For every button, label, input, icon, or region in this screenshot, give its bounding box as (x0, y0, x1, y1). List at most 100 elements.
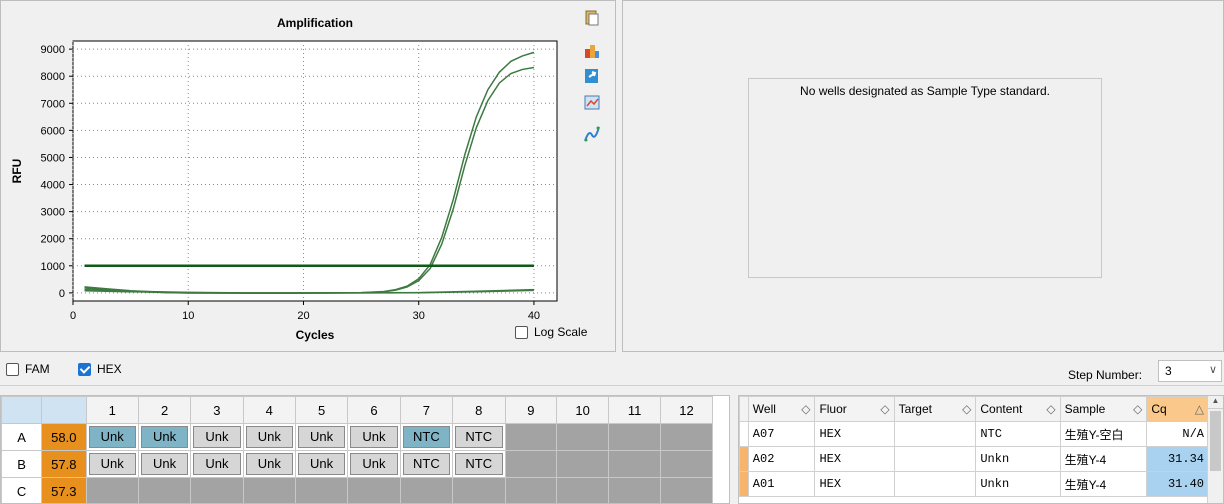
plate-well[interactable] (556, 423, 610, 451)
plate-well[interactable] (504, 450, 558, 478)
copy-icon[interactable] (583, 9, 601, 27)
plate-column-header[interactable]: 12 (660, 396, 713, 424)
plate-column-header[interactable]: 5 (294, 396, 349, 424)
plate-well[interactable] (608, 423, 662, 451)
plate-well-type: Unk (297, 453, 346, 475)
plate-row-temperature: 58.0 (41, 423, 87, 451)
plate-well[interactable]: Unk (347, 423, 401, 451)
sort-icon[interactable]: ◇ (801, 402, 810, 416)
plate-well[interactable]: Unk (294, 423, 349, 451)
plate-well[interactable]: Unk (190, 450, 244, 478)
log-scale-box[interactable] (515, 325, 528, 339)
plate-well[interactable] (399, 477, 454, 503)
plate-column-header[interactable]: 10 (556, 396, 610, 424)
sort-ascending-icon[interactable]: △ (1195, 402, 1204, 416)
column-header-target[interactable]: Target ◇ (893, 396, 977, 422)
column-header-well[interactable]: Well ◇ (747, 396, 816, 422)
plate-well[interactable] (294, 477, 349, 503)
x-tick-label: 20 (297, 310, 309, 322)
plate-well-type: Unk (297, 426, 346, 448)
plate-well[interactable] (556, 450, 610, 478)
plate-column-header[interactable]: 9 (504, 396, 558, 424)
plate-well[interactable]: Unk (294, 450, 349, 478)
plate-view: 1 2 3 4 5 6 7 8 9 10 11 12 A 58.0 Unk Unk Unk Unk Unk Unk N… (0, 395, 730, 504)
plate-well[interactable] (137, 477, 192, 503)
column-header-fluor[interactable]: Fluor ◇ (814, 396, 895, 422)
plate-well[interactable] (504, 477, 558, 503)
plate-column-header[interactable]: 2 (137, 396, 192, 424)
plate-well[interactable] (85, 477, 139, 503)
plate-column-header[interactable]: 1 (85, 396, 139, 424)
y-tick-label: 9000 (41, 44, 65, 56)
plate-well[interactable]: Unk (85, 450, 139, 478)
plate-column-header[interactable]: 7 (399, 396, 454, 424)
plate-well[interactable] (504, 423, 558, 451)
export-icon[interactable] (583, 67, 601, 85)
sort-icon[interactable]: ◇ (880, 402, 889, 416)
y-tick-label: 0 (59, 288, 65, 300)
plate-row-label[interactable]: C (1, 477, 43, 503)
plate-well[interactable]: Unk (242, 450, 296, 478)
hex-box[interactable] (78, 362, 91, 376)
plate-well[interactable] (347, 477, 401, 503)
cell-cq: 31.40 (1146, 471, 1209, 497)
column-header-content[interactable]: Content ◇ (975, 396, 1061, 422)
plot-area (72, 40, 558, 302)
plate-well[interactable]: NTC (452, 450, 506, 478)
column-header-cq[interactable]: Cq △ (1146, 396, 1209, 422)
plate-well[interactable] (660, 477, 713, 503)
log-scale-checkbox[interactable]: Log Scale (515, 325, 587, 339)
plate-column-header[interactable]: 6 (347, 396, 401, 424)
plate-column-header[interactable]: 4 (242, 396, 296, 424)
plate-well[interactable]: Unk (137, 423, 192, 451)
scroll-up-icon[interactable]: ▲ (1208, 396, 1223, 409)
curve-fit-icon[interactable] (583, 125, 601, 143)
plate-well[interactable] (608, 450, 662, 478)
sort-icon[interactable]: ◇ (1133, 402, 1142, 416)
cell-fluor: HEX (814, 471, 895, 497)
table-row[interactable]: A01 HEX Unkn 生殖Y-4 31.40 (739, 471, 1209, 497)
plate-column-header[interactable]: 8 (452, 396, 506, 424)
table-row[interactable]: A02 HEX Unkn 生殖Y-4 31.34 (739, 446, 1209, 472)
plate-well[interactable] (660, 450, 713, 478)
column-header-sample[interactable]: Sample ◇ (1059, 396, 1148, 422)
fam-box[interactable] (6, 362, 19, 376)
plate-well[interactable]: Unk (242, 423, 296, 451)
plate-well[interactable]: NTC (399, 450, 454, 478)
plate-well[interactable] (242, 477, 296, 503)
plate-column-header[interactable]: 11 (608, 396, 662, 424)
plate-well-type: NTC (455, 426, 503, 448)
print-chart-icon[interactable] (583, 41, 601, 59)
plate-well[interactable]: Unk (137, 450, 192, 478)
cell-target (893, 421, 977, 447)
plate-well[interactable] (556, 477, 610, 503)
plate-column-header[interactable]: 3 (190, 396, 244, 424)
plate-well[interactable] (452, 477, 506, 503)
amplification-chart[interactable]: 0 1000 2000 3000 4000 5000 6000 7000 8000 9000 0 10… (1, 1, 615, 351)
amplification-panel: 0 1000 2000 3000 4000 5000 6000 7000 8000 9000 0 10… (0, 0, 616, 352)
plate-well[interactable] (190, 477, 244, 503)
fam-checkbox[interactable]: FAM (6, 362, 50, 376)
x-axis-label: Cycles (296, 328, 335, 342)
plate-well[interactable] (608, 477, 662, 503)
standard-curve-box: No wells designated as Sample Type stand… (748, 78, 1102, 278)
sort-icon[interactable]: ◇ (962, 402, 971, 416)
table-row[interactable]: A07 HEX NTC 生殖Y-空白 N/A (739, 421, 1209, 447)
chevron-down-icon[interactable]: ∨ (1209, 363, 1217, 376)
chart-settings-icon[interactable] (583, 94, 601, 112)
plate-row-label[interactable]: A (1, 423, 43, 451)
sort-icon[interactable]: ◇ (1046, 402, 1055, 416)
hex-checkbox[interactable]: HEX (78, 362, 122, 376)
plate-well[interactable]: Unk (190, 423, 244, 451)
table-scrollbar[interactable]: ▲ (1207, 396, 1223, 503)
plate-well[interactable]: NTC (452, 423, 506, 451)
scroll-thumb[interactable] (1210, 411, 1221, 471)
plate-well[interactable]: Unk (347, 450, 401, 478)
plate-well[interactable]: Unk (85, 423, 139, 451)
step-number-select[interactable]: 3 ∨ (1158, 360, 1222, 382)
plate-well[interactable]: NTC (399, 423, 454, 451)
plate-row-label[interactable]: B (1, 450, 43, 478)
y-tick-label: 2000 (41, 234, 65, 246)
step-number-label: Step Number: (1068, 368, 1143, 382)
plate-well[interactable] (660, 423, 713, 451)
